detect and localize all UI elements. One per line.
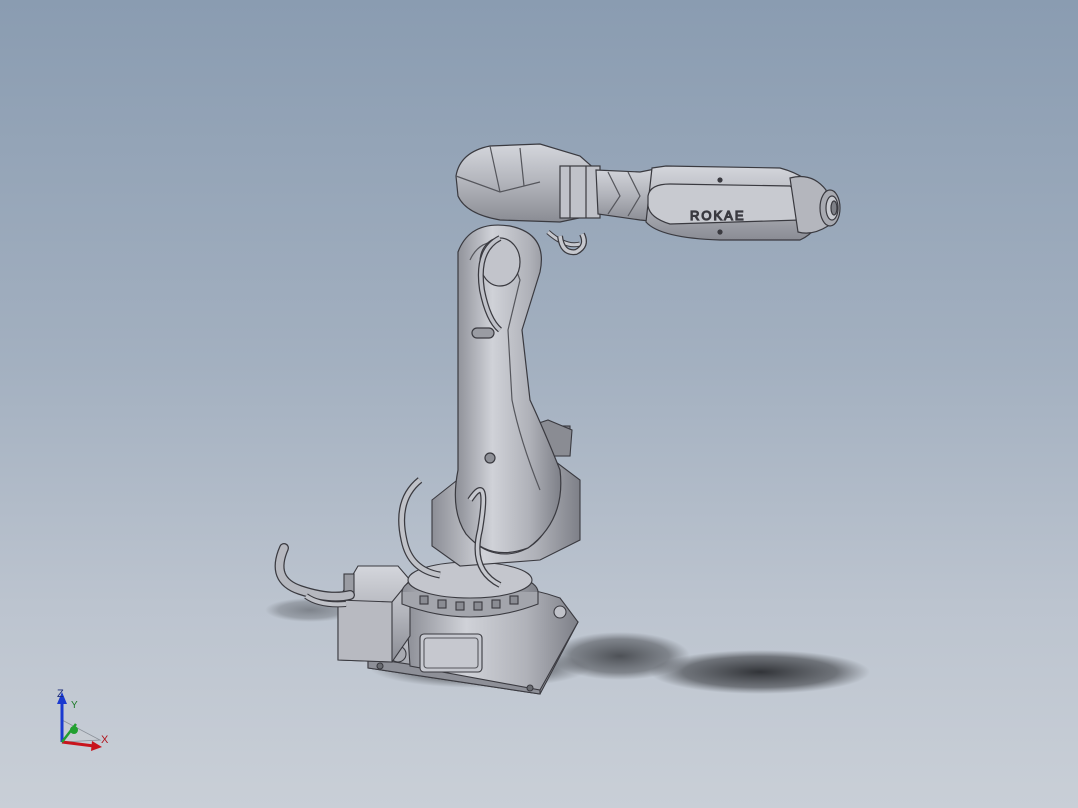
- base-motor-box[interactable]: [337, 565, 411, 663]
- lower-arm[interactable]: [454, 224, 562, 554]
- rokae-logo: ROKAE: [690, 208, 746, 223]
- axis-x-label: X: [101, 734, 109, 746]
- upper-arm-head[interactable]: [455, 143, 601, 223]
- robot-arm-model[interactable]: ROKAE: [0, 0, 1078, 808]
- axis-z-label: Z: [57, 688, 64, 700]
- coordinate-triad: Z Y X: [40, 684, 120, 754]
- axis-y-label: Y: [71, 700, 78, 711]
- forearm[interactable]: ROKAE: [595, 165, 822, 241]
- base-cable: [274, 543, 355, 608]
- wrist-flange[interactable]: [789, 175, 841, 234]
- graphics-viewport[interactable]: ROKAE Z Y X: [0, 0, 1078, 808]
